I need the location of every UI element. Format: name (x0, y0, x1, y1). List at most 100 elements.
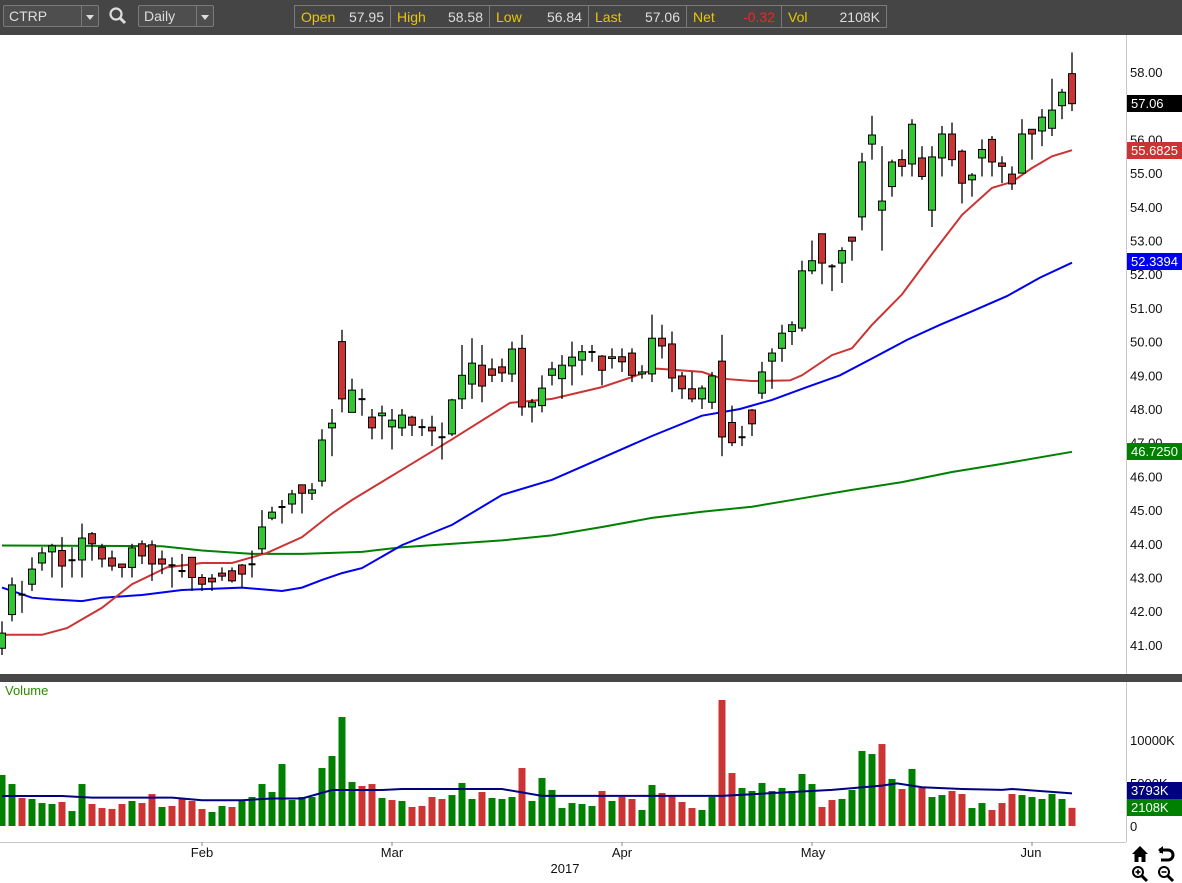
volume-bar[interactable] (558, 808, 566, 826)
candle-down[interactable] (108, 557, 116, 567)
volume-bar[interactable] (628, 798, 636, 826)
candle-down[interactable] (958, 150, 966, 184)
volume-bar[interactable] (618, 797, 626, 826)
candle-up[interactable] (78, 537, 86, 561)
interval-select[interactable]: Daily (144, 8, 175, 24)
candle-up[interactable] (28, 568, 36, 585)
candle-down[interactable] (688, 388, 696, 400)
volume-bar[interactable] (428, 797, 436, 826)
volume-bar[interactable] (648, 784, 656, 826)
volume-bar[interactable] (128, 800, 136, 826)
candle-down[interactable] (678, 375, 686, 390)
candle-up[interactable] (398, 414, 406, 429)
candle-up[interactable] (1058, 91, 1066, 107)
candle-up[interactable] (538, 387, 546, 407)
volume-bar[interactable] (678, 802, 686, 826)
volume-bar[interactable] (608, 800, 616, 826)
volume-bar[interactable] (78, 784, 86, 826)
volume-bar[interactable] (388, 800, 396, 826)
volume-bar[interactable] (358, 786, 366, 826)
volume-bar[interactable] (748, 790, 756, 826)
candle-down[interactable] (748, 409, 756, 425)
candle-down[interactable] (658, 337, 666, 347)
candle-up[interactable] (48, 545, 56, 553)
candle-doji[interactable] (18, 593, 26, 596)
volume-bar[interactable] (478, 792, 486, 826)
candle-up[interactable] (798, 270, 806, 329)
volume-bar[interactable] (668, 795, 676, 826)
candle-up[interactable] (608, 356, 616, 359)
candle-up[interactable] (1018, 133, 1026, 174)
undo-icon[interactable] (1157, 845, 1175, 863)
candle-up[interactable] (548, 368, 556, 376)
candle-doji[interactable] (828, 265, 836, 268)
candle-down[interactable] (188, 556, 196, 579)
candle-up[interactable] (858, 161, 866, 218)
volume-bar[interactable] (278, 763, 286, 826)
volume-bar[interactable] (498, 798, 506, 826)
zoom-in-icon[interactable] (1131, 865, 1149, 883)
candle-down[interactable] (98, 546, 106, 560)
candle-up[interactable] (878, 200, 886, 211)
volume-bar[interactable] (908, 768, 916, 826)
candle-down[interactable] (488, 368, 496, 376)
candle-up[interactable] (568, 356, 576, 367)
candle-down[interactable] (58, 550, 66, 567)
candle-down[interactable] (118, 563, 126, 568)
candle-down[interactable] (818, 233, 826, 264)
volume-bar[interactable] (8, 784, 16, 826)
candle-doji[interactable] (418, 426, 426, 429)
home-icon[interactable] (1131, 845, 1149, 863)
candle-up[interactable] (698, 387, 706, 400)
volume-bar[interactable] (818, 806, 826, 826)
candle-up[interactable] (258, 526, 266, 550)
interval-dropdown-icon[interactable] (196, 6, 213, 26)
candle-doji[interactable] (438, 436, 446, 439)
candle-down[interactable] (208, 577, 216, 583)
volume-bar[interactable] (988, 810, 996, 826)
volume-bar[interactable] (338, 717, 346, 826)
volume-bar[interactable] (1028, 797, 1036, 826)
volume-bar[interactable] (218, 805, 226, 826)
candle-up[interactable] (648, 337, 656, 375)
volume-bar[interactable] (918, 787, 926, 826)
volume-bar[interactable] (1018, 795, 1026, 826)
volume-bar[interactable] (508, 797, 516, 826)
candle-down[interactable] (518, 347, 526, 408)
candle-up[interactable] (508, 348, 516, 375)
volume-bar[interactable] (958, 794, 966, 826)
volume-bar[interactable] (448, 795, 456, 826)
volume-bar[interactable] (98, 808, 106, 826)
volume-bar[interactable] (1038, 798, 1046, 826)
symbol-combo[interactable]: CTRP (3, 5, 99, 27)
candle-down[interactable] (368, 416, 376, 429)
candle-doji[interactable] (68, 559, 76, 562)
volume-bar[interactable] (978, 803, 986, 826)
candle-down[interactable] (668, 343, 676, 379)
volume-bar[interactable] (88, 803, 96, 826)
volume-bar[interactable] (688, 808, 696, 826)
candle-down[interactable] (848, 236, 856, 242)
candle-doji[interactable] (358, 398, 366, 401)
volume-bar[interactable] (798, 773, 806, 826)
candle-up[interactable] (578, 351, 586, 361)
volume-bar[interactable] (408, 806, 416, 826)
candle-up[interactable] (288, 493, 296, 505)
candle-down[interactable] (88, 533, 96, 545)
volume-bar[interactable] (308, 797, 316, 826)
volume-bar[interactable] (938, 795, 946, 826)
candle-up[interactable] (778, 332, 786, 349)
candle-down[interactable] (198, 577, 206, 585)
volume-bar[interactable] (868, 754, 876, 826)
volume-bar[interactable] (158, 806, 166, 826)
candle-doji[interactable] (168, 564, 176, 567)
candle-down[interactable] (718, 360, 726, 438)
symbol-dropdown-icon[interactable] (81, 6, 98, 26)
volume-bar[interactable] (248, 797, 256, 826)
volume-bar[interactable] (1058, 798, 1066, 826)
volume-bar[interactable] (398, 800, 406, 826)
volume-bar[interactable] (318, 768, 326, 826)
volume-bar[interactable] (58, 802, 66, 826)
volume-bar[interactable] (108, 808, 116, 826)
candle-down[interactable] (408, 416, 416, 426)
